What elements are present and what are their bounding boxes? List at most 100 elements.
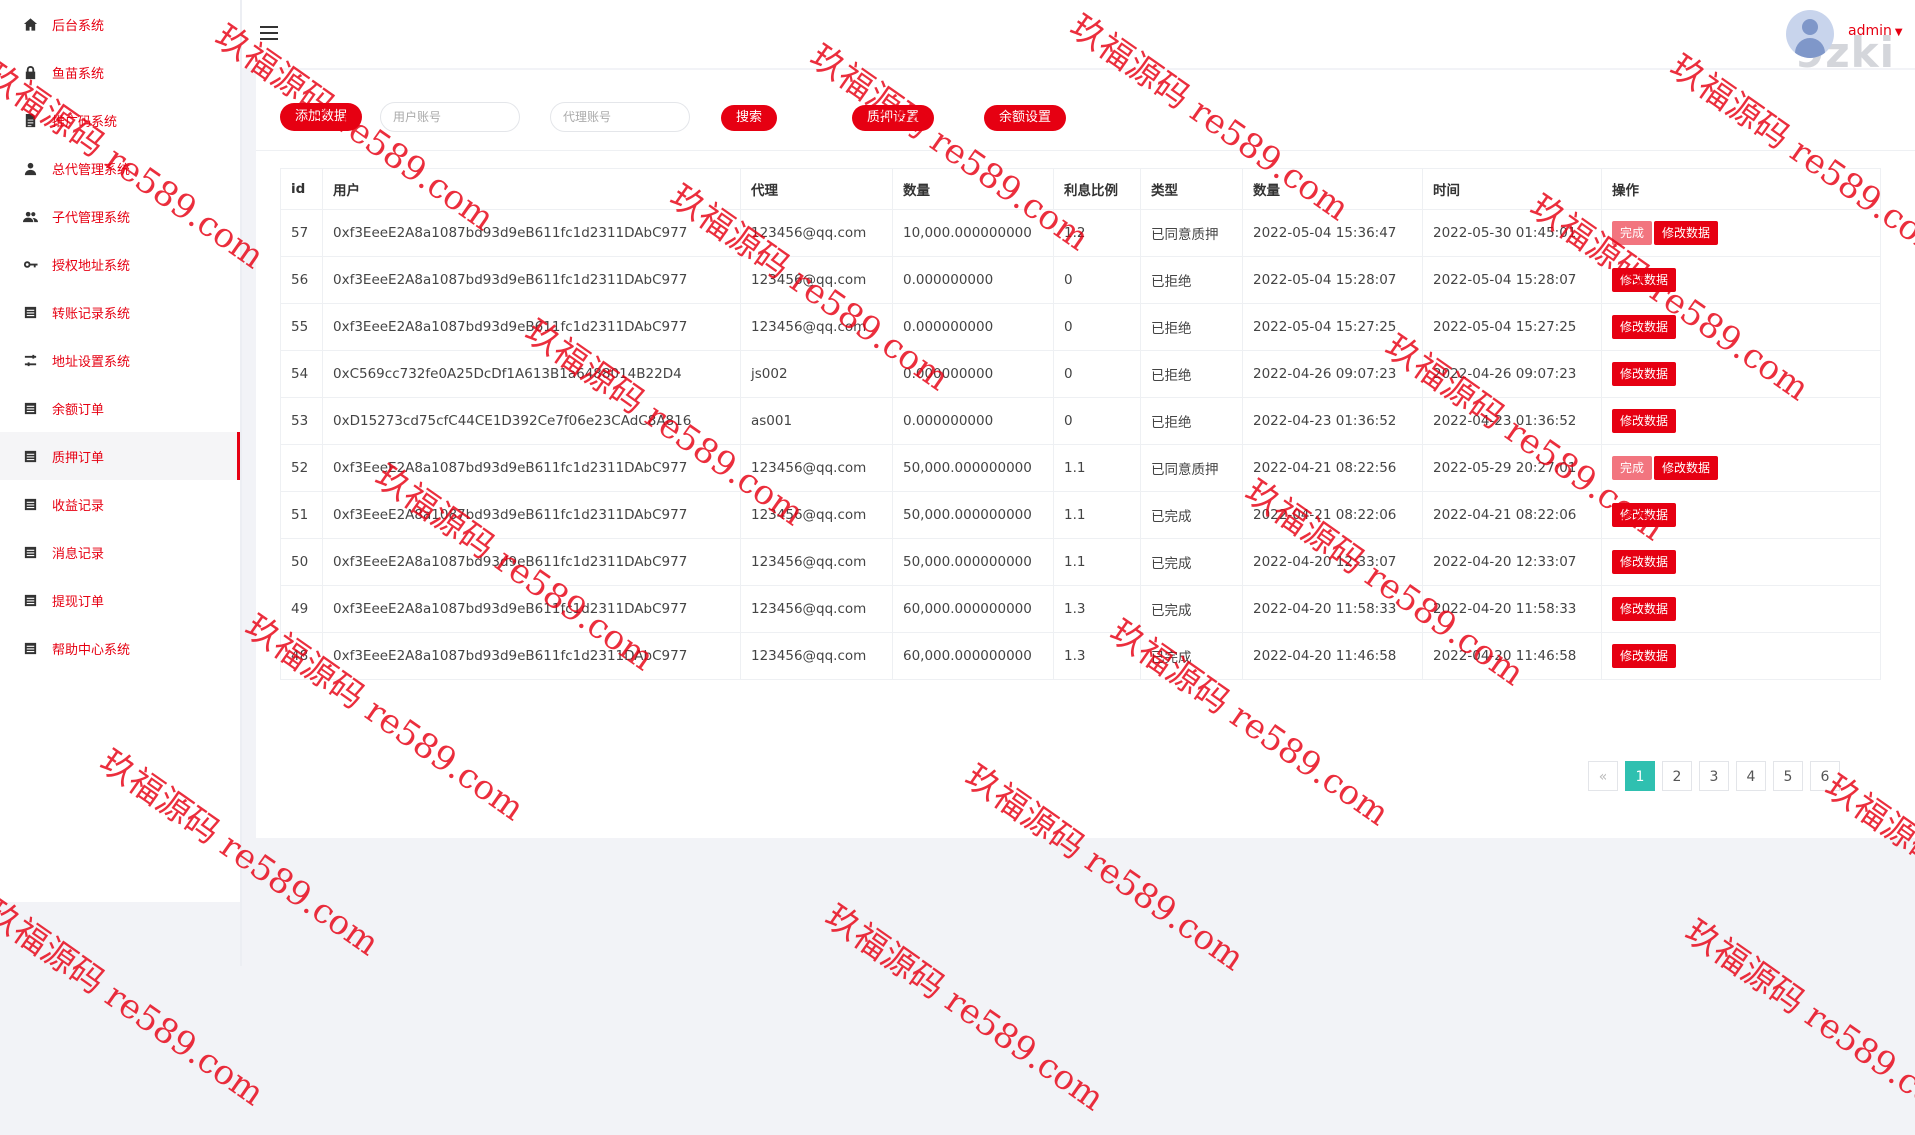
agent-account-input[interactable] [550, 102, 690, 132]
pagination-page[interactable]: 2 [1662, 761, 1692, 791]
list-icon [22, 640, 38, 656]
sidebar-item-label: 余额订单 [52, 402, 105, 418]
pagination-page[interactable]: 4 [1736, 761, 1766, 791]
home-icon [22, 16, 38, 32]
add-data-button[interactable]: 添加数据 [280, 103, 363, 131]
users-icon [22, 208, 38, 224]
edit-data-button[interactable]: 修改数据 [1612, 550, 1677, 574]
column-header: 数量 [892, 168, 1054, 210]
cell-user: 0xD15273cd75cfC44CE1D392Ce7f06e23CAdC8A8… [322, 397, 741, 445]
sidebar-item-6[interactable]: 授权地址系统 [0, 240, 240, 288]
pagination-page[interactable]: 6 [1810, 761, 1840, 791]
sidebar-footer [0, 902, 240, 966]
list-icon [22, 496, 38, 512]
table-row: 54 0xC569cc732fe0A25DcDf1A613B1a6488014B2… [280, 350, 1881, 398]
cell-created-time: 2022-05-04 15:36:47 [1242, 209, 1423, 257]
edit-data-button[interactable]: 修改数据 [1612, 409, 1677, 433]
pledge-settings-button[interactable]: 质押设置 [852, 105, 935, 131]
edit-data-button[interactable]: 修改数据 [1612, 362, 1677, 386]
cell-user: 0xf3EeeE2A8a1087bd93d9eB611fc1d2311DAbC9… [322, 632, 741, 680]
pagination: «1 2 3 4 5 6 [1588, 761, 1847, 791]
sidebar-item-label: 质押订单 [52, 450, 105, 466]
cell-id: 48 [280, 632, 323, 680]
sidebar-item-14[interactable]: 帮助中心系统 [0, 624, 240, 672]
lock-icon [22, 64, 38, 80]
cell-user: 0xC569cc732fe0A25DcDf1A613B1a6488014B22D… [322, 350, 741, 398]
cell-actions: 修改数据 [1601, 491, 1881, 539]
column-header: 类型 [1140, 168, 1243, 210]
top-header [242, 0, 1915, 68]
cell-agent: as001 [740, 397, 893, 445]
sidebar-item-label: 鱼苗系统 [52, 66, 105, 82]
cell-agent: 123456@qq.com [740, 209, 893, 257]
cell-created-time: 2022-04-23 01:36:52 [1242, 397, 1423, 445]
sidebar-item-8[interactable]: 地址设置系统 [0, 336, 240, 384]
sidebar-item-label: 地址设置系统 [52, 354, 131, 370]
sidebar-item-1[interactable]: 后台系统 [0, 0, 240, 48]
pagination-prev[interactable]: « [1588, 761, 1618, 791]
sidebar-item-11[interactable]: 收益记录 [0, 480, 240, 528]
sidebar: 后台系统鱼苗系统推广码系统 总代管理系统 子代管理系统授权地址系统转账记录系统地址设… [0, 0, 240, 902]
edit-data-button[interactable]: 修改数据 [1654, 221, 1719, 245]
cell-status: 已完成 [1140, 632, 1243, 680]
cell-amount: 50,000.000000000 [892, 491, 1054, 539]
edit-data-button[interactable]: 修改数据 [1612, 503, 1677, 527]
cell-status: 已拒绝 [1140, 397, 1243, 445]
sidebar-item-10[interactable]: 质押订单 [0, 432, 240, 480]
cell-rate: 1.2 [1053, 209, 1141, 257]
cell-created-time: 2022-04-20 12:33:07 [1242, 538, 1423, 586]
sidebar-item-7[interactable]: 转账记录系统 [0, 288, 240, 336]
user-menu[interactable]: admin ▼ [1848, 23, 1903, 39]
edit-data-button[interactable]: 修改数据 [1612, 268, 1677, 292]
sidebar-item-13[interactable]: 提现订单 [0, 576, 240, 624]
list-icon [22, 544, 38, 560]
cell-time: 2022-04-20 11:58:33 [1422, 585, 1602, 633]
cell-time: 2022-05-30 01:45:01 [1422, 209, 1602, 257]
sidebar-item-4[interactable]: 总代管理系统 [0, 144, 240, 192]
edit-data-button[interactable]: 修改数据 [1654, 456, 1719, 480]
cell-time: 2022-05-29 20:27:01 [1422, 444, 1602, 492]
menu-toggle-icon[interactable] [260, 26, 278, 40]
sidebar-item-9[interactable]: 余额订单 [0, 384, 240, 432]
sidebar-item-label: 消息记录 [52, 546, 105, 562]
sidebar-item-label: 提现订单 [52, 594, 105, 610]
cell-rate: 1.3 [1053, 585, 1141, 633]
edit-data-button[interactable]: 修改数据 [1612, 315, 1677, 339]
column-header: 操作 [1601, 168, 1881, 210]
sidebar-item-3[interactable]: 推广码系统 [0, 96, 240, 144]
cell-rate: 0 [1053, 303, 1141, 351]
cell-agent: js002 [740, 350, 893, 398]
cell-agent: 123456@qq.com [740, 256, 893, 304]
edit-data-button[interactable]: 修改数据 [1612, 644, 1677, 668]
cell-actions: 修改数据 [1601, 350, 1881, 398]
cell-rate: 1.1 [1053, 491, 1141, 539]
list-icon [22, 400, 38, 416]
sidebar-item-12[interactable]: 消息记录 [0, 528, 240, 576]
pagination-page[interactable]: 3 [1699, 761, 1729, 791]
sidebar-item-2[interactable]: 鱼苗系统 [0, 48, 240, 96]
cell-agent: 123456@qq.com [740, 585, 893, 633]
cell-rate: 1.1 [1053, 538, 1141, 586]
cell-time: 2022-05-04 15:27:25 [1422, 303, 1602, 351]
cell-time: 2022-05-04 15:28:07 [1422, 256, 1602, 304]
balance-settings-button[interactable]: 余额设置 [984, 105, 1067, 131]
cell-id: 54 [280, 350, 323, 398]
watermark-text: 玖福源码 re589.com [1677, 911, 1915, 1134]
complete-button[interactable]: 完成 [1612, 456, 1653, 480]
sidebar-item-5[interactable]: 子代管理系统 [0, 192, 240, 240]
cell-rate: 0 [1053, 350, 1141, 398]
sidebar-item-label: 授权地址系统 [52, 258, 131, 274]
complete-button[interactable]: 完成 [1612, 221, 1653, 245]
cell-actions: 修改数据 [1601, 585, 1881, 633]
list-icon [22, 592, 38, 608]
pagination-page[interactable]: 1 [1625, 761, 1655, 791]
cell-time: 2022-04-20 12:33:07 [1422, 538, 1602, 586]
pagination-page[interactable]: 5 [1773, 761, 1803, 791]
avatar[interactable] [1786, 10, 1834, 58]
cell-actions: 完成 修改数据 [1601, 209, 1881, 257]
edit-data-button[interactable]: 修改数据 [1612, 597, 1677, 621]
cell-status: 已同意质押 [1140, 209, 1243, 257]
pledge-orders-table: id 用户 代理 数量 利息比例 类型 数量 时间 操作 57 0xf3EeeE2A8a1087b… [280, 168, 1881, 680]
search-button[interactable]: 搜索 [721, 105, 778, 131]
user-account-input[interactable] [380, 102, 520, 132]
